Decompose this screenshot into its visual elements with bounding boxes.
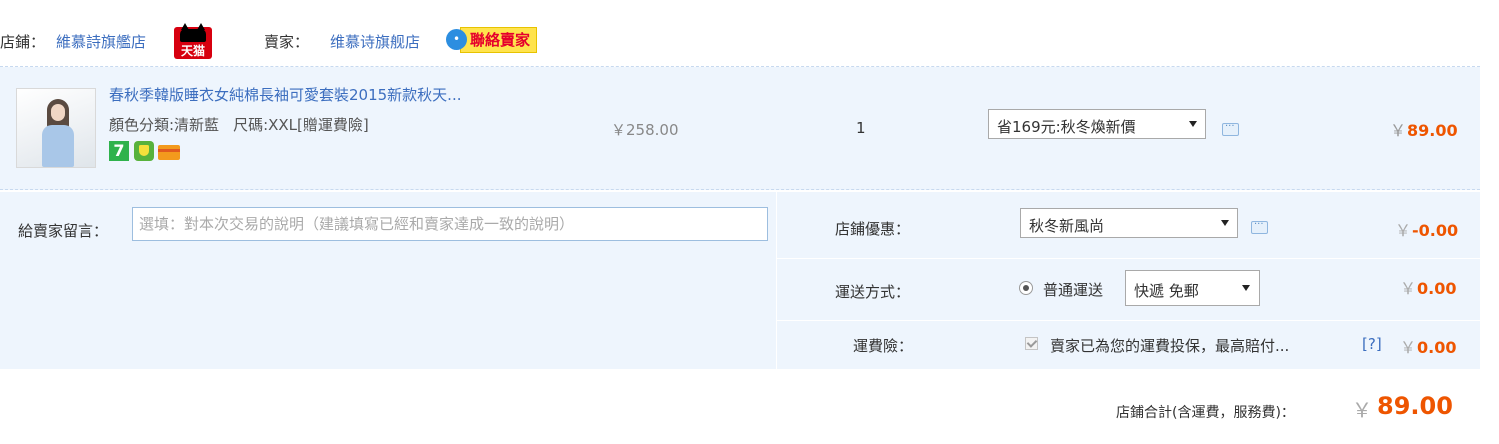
sku-color: 顏色分類:清新藍: [109, 116, 220, 134]
product-sku: 顏色分類:清新藍 尺碼:XXL[贈運費險]: [109, 114, 369, 135]
model-face: [51, 104, 65, 121]
guarantee-shield-icon[interactable]: [134, 141, 154, 161]
tmall-cat-icon: [180, 23, 206, 42]
shop-total-label: 店鋪合計(含運費，服務費)：: [1116, 405, 1295, 421]
shipping-amount: ￥0.00: [1400, 275, 1457, 299]
shipping-currency: ￥: [1400, 279, 1417, 298]
shipping-selected-value: 快遞 免郵: [1134, 282, 1199, 300]
shop-discount-selected-value: 秋冬新風尚: [1029, 217, 1105, 235]
credit-card-icon[interactable]: [158, 145, 180, 160]
sku-size: 尺碼:XXL[贈運費險]: [233, 116, 369, 134]
shipping-method-select[interactable]: 快遞 免郵: [1125, 270, 1260, 306]
shop-total-amount: 89.00: [1377, 392, 1453, 420]
item-total: ￥89.00: [1390, 117, 1458, 141]
insurance-currency: ￥: [1400, 338, 1417, 357]
shipping-value: 0.00: [1417, 279, 1457, 298]
options-divider-vertical: [776, 192, 777, 369]
shop-discount-currency: ￥: [1395, 221, 1412, 240]
shipping-radio[interactable]: [1019, 281, 1033, 295]
unit-price: ￥258.00: [611, 121, 679, 139]
cart-item-row: 春秋季韓版睡衣女純棉長袖可愛套裝2015新款秋天... 顏色分類:清新藍 尺碼:X…: [0, 67, 1480, 190]
product-thumbnail[interactable]: [16, 88, 96, 168]
seller-name-link[interactable]: 维慕诗旗舰店: [330, 31, 420, 52]
options-divider-1: [777, 258, 1480, 259]
insurance-amount: ￥0.00: [1400, 334, 1457, 358]
model-body: [42, 125, 74, 167]
insurance-help-link[interactable]: [?]: [1362, 335, 1382, 353]
seven-day-return-icon[interactable]: 7: [109, 141, 129, 161]
item-total-currency: ￥: [1390, 121, 1407, 140]
dropdown-arrow-icon: [1221, 220, 1229, 226]
shop-total-currency: ￥: [1352, 398, 1372, 422]
shop-discount-amount: ￥-0.00: [1395, 217, 1458, 241]
insurance-checkbox[interactable]: [1025, 337, 1038, 350]
discount-chat-icon[interactable]: [1251, 216, 1268, 234]
item-total-amount: 89.00: [1407, 121, 1458, 140]
options-divider-2: [777, 320, 1480, 321]
contact-seller-label: 聯絡賣家: [460, 27, 538, 53]
shop-discount-value: -0.00: [1412, 221, 1459, 240]
shipping-label: 運送方式：: [835, 283, 911, 301]
insurance-text: 賣家已為您的運費投保，最高賠付...: [1050, 337, 1290, 355]
chat-bubble-icon: •: [446, 29, 467, 50]
seller-label: 賣家：: [264, 33, 310, 51]
message-label: 給賣家留言：: [18, 222, 109, 240]
shop-name-link[interactable]: 維慕詩旗艦店: [56, 31, 146, 52]
product-title-link[interactable]: 春秋季韓版睡衣女純棉長袖可愛套裝2015新款秋天...: [109, 84, 461, 105]
shop-discount-select[interactable]: 秋冬新風尚: [1020, 208, 1238, 238]
insurance-value: 0.00: [1417, 338, 1457, 357]
tmall-icon[interactable]: 天猫: [174, 23, 212, 59]
shop-discount-label: 店鋪優惠：: [835, 220, 911, 238]
message-to-seller-input[interactable]: [132, 207, 768, 241]
insurance-label: 運費險：: [853, 337, 914, 355]
dropdown-arrow-icon: [1189, 121, 1197, 127]
promo-chat-icon[interactable]: [1222, 118, 1239, 136]
tmall-badge-label: 天猫: [180, 44, 205, 58]
shop-header: 店鋪： 維慕詩旗艦店 天猫 賣家： 维慕诗旗舰店 聯絡賣家 •: [0, 0, 1480, 67]
dropdown-arrow-icon: [1242, 285, 1250, 291]
promo-selected-value: 省169元:秋冬煥新價: [997, 118, 1136, 136]
quantity: 1: [856, 119, 866, 137]
promo-select[interactable]: 省169元:秋冬煥新價: [988, 109, 1206, 139]
shipping-radio-label[interactable]: 普通運送: [1043, 279, 1103, 300]
shop-label: 店鋪：: [0, 33, 46, 51]
